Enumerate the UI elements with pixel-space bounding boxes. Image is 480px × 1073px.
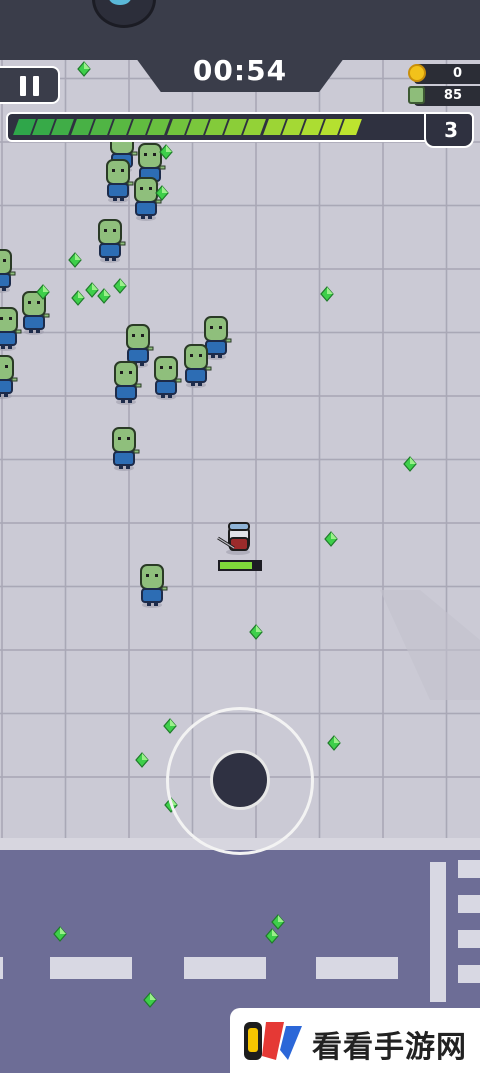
site-watermark: 看看手游网 [230,1008,480,1073]
crosswalk-stripe [458,860,480,878]
crosswalk-stripe [458,930,480,948]
coin-icon [408,64,426,82]
zombie-kill-icon [408,86,425,104]
game-world [0,0,480,1073]
xp-progress-bar [6,112,474,142]
road-marking [0,957,3,979]
survival-timer: 00:54 [192,54,288,87]
kkshouyou-logo [244,1022,302,1060]
road-marking [316,957,398,979]
coin-count: 0 [452,66,462,81]
crosswalk-stripe [458,965,480,983]
crosswalk-stripe [458,895,480,913]
player-level: 3 [444,118,458,142]
kill-counter: 85 [408,86,480,106]
road-marking [50,957,132,979]
pause-button[interactable] [0,66,60,104]
player-health-bar [218,560,262,571]
coin-counter: 0 [408,64,480,84]
game-viewport[interactable]: 00:54 0 85 3 看看手游网 [0,0,480,1073]
road-marking [430,862,446,1002]
kill-count: 85 [443,88,462,103]
xp-segment [339,119,363,135]
joystick-knob[interactable] [210,750,270,810]
road-marking [184,957,266,979]
xp-progress-fill [13,119,416,135]
watermark-text: 看看手游网 [312,1030,467,1065]
